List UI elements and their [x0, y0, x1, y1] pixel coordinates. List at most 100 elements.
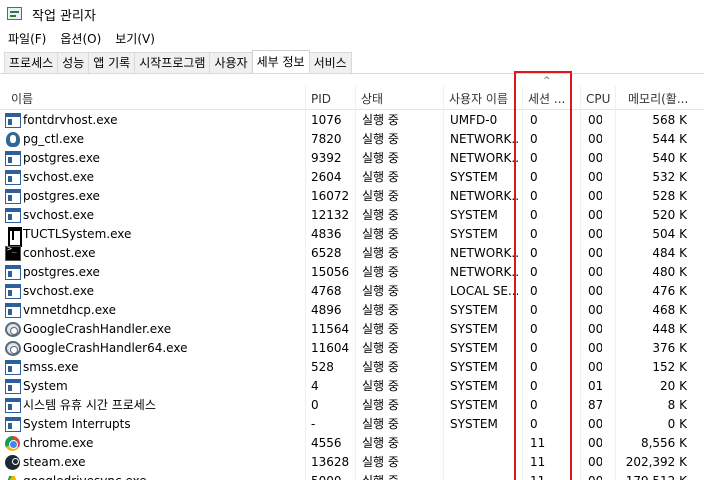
table-row[interactable]: vmnetdhcp.exe 4896 실행 중 SYSTEM 0 00 468 K [0, 301, 704, 320]
process-session: 0 [530, 170, 538, 184]
process-memory: 8 K [667, 398, 687, 412]
column-header-name[interactable]: 이름 [0, 86, 305, 110]
process-pid: 4836 [311, 227, 342, 241]
process-user: UMFD-0 [450, 113, 498, 127]
process-memory: 0 K [667, 417, 687, 431]
table-row[interactable]: postgres.exe 9392 실행 중 NETWORK... 0 00 540 K [0, 149, 704, 168]
process-memory: 202,392 K [625, 455, 687, 469]
exe-icon [5, 113, 21, 128]
table-row[interactable]: TUCTLSystem.exe 4836 실행 중 SYSTEM 0 00 504 K [0, 225, 704, 247]
menu-file[interactable]: 파일(F) [0, 28, 53, 50]
process-cpu: 00 [588, 189, 602, 203]
process-name: postgres.exe [23, 189, 100, 203]
tab-services[interactable]: 서비스 [308, 52, 352, 73]
table-row[interactable]: googledrivesync.exe 5000 실행 중 11 00 179,512 K [0, 472, 704, 480]
process-cpu: 87 [588, 398, 602, 412]
exe-icon [5, 151, 21, 166]
table-row[interactable]: conhost.exe6528실행 중NETWORK...000484 K [0, 244, 704, 263]
process-session: 0 [530, 417, 538, 431]
table-row[interactable]: svchost.exe 12132 실행 중 SYSTEM 0 00 520 K [0, 206, 704, 225]
table-row[interactable]: steam.exe 13628 실행 중 11 00 202,392 K [0, 453, 704, 472]
process-user: LOCAL SE... [450, 284, 518, 298]
table-row[interactable]: smss.exe 528 실행 중 SYSTEM 0 00 152 K [0, 358, 704, 377]
table-row[interactable]: svchost.exe 4768 실행 중 LOCAL SE... 0 00 476 K [0, 282, 704, 301]
tab-processes[interactable]: 프로세스 [4, 52, 59, 73]
process-user: NETWORK... [450, 132, 518, 146]
process-session: 0 [530, 303, 538, 317]
process-state: 실행 중 [362, 455, 399, 469]
exe-icon [5, 417, 21, 432]
process-cpu: 01 [588, 379, 602, 393]
process-cpu: 00 [588, 227, 602, 241]
process-pid: 6528 [311, 246, 342, 260]
process-pid: 2604 [311, 170, 342, 184]
column-header-session[interactable]: 세션 ... [522, 86, 580, 110]
process-state: 실행 중 [362, 303, 399, 317]
tab-startup[interactable]: 시작프로그램 [134, 52, 211, 73]
table-row[interactable]: fontdrvhost.exe 1076 실행 중 UMFD-0 0 00 568 K [0, 111, 704, 130]
exe-icon [5, 379, 21, 394]
tab-bar: 프로세스 성능 앱 기록 시작프로그램 사용자 세부 정보 서비스 [0, 50, 704, 74]
process-state: 실행 중 [362, 322, 399, 336]
process-session: 0 [530, 151, 538, 165]
table-row[interactable]: pg_ctl.exe 7820 실행 중 NETWORK... 0 00 544 K [0, 130, 704, 149]
tuctl-icon [5, 226, 22, 247]
process-state: 실행 중 [362, 170, 399, 184]
task-manager-icon [7, 6, 23, 22]
process-cpu: 00 [588, 246, 602, 260]
tab-app-history[interactable]: 앱 기록 [88, 52, 136, 73]
column-header-row: 이름 PID 상태 사용자 이름 세션 ... CPU 메모리(활... [0, 86, 704, 110]
table-row[interactable]: svchost.exe 2604 실행 중 SYSTEM 0 00 532 K [0, 168, 704, 187]
table-row[interactable]: GoogleCrashHandler64.exe 11604 실행 중 SYSTEM 0… [0, 339, 704, 358]
column-header-state[interactable]: 상태 [355, 86, 443, 110]
table-row[interactable]: chrome.exe 4556 실행 중 11 00 8,556 K [0, 434, 704, 453]
column-header-memory[interactable]: 메모리(활... [615, 86, 704, 110]
process-cpu: 00 [588, 132, 602, 146]
column-header-user[interactable]: 사용자 이름 [443, 86, 522, 110]
tab-details[interactable]: 세부 정보 [251, 50, 310, 73]
process-name: chrome.exe [23, 436, 94, 450]
process-user [450, 453, 518, 472]
process-user [450, 434, 518, 453]
process-cpu: 00 [588, 303, 602, 317]
process-session: 0 [530, 189, 538, 203]
column-header-pid[interactable]: PID [305, 86, 355, 110]
tab-performance[interactable]: 성능 [57, 52, 90, 73]
process-session: 0 [530, 227, 538, 241]
table-row[interactable]: System Interrupts - 실행 중 SYSTEM 0 00 0 K [0, 415, 704, 434]
menu-view[interactable]: 보기(V) [108, 28, 162, 50]
process-session: 11 [530, 436, 546, 450]
process-name: svchost.exe [23, 208, 94, 222]
tab-users[interactable]: 사용자 [209, 52, 253, 73]
process-state: 실행 중 [362, 265, 399, 279]
process-session: 11 [530, 472, 560, 480]
process-cpu: 00 [588, 284, 602, 298]
process-cpu: 00 [588, 436, 602, 450]
table-row[interactable]: System 4 실행 중 SYSTEM 0 01 20 K [0, 377, 704, 396]
process-cpu: 00 [588, 472, 602, 480]
process-session: 0 [530, 360, 538, 374]
process-pid: 7820 [311, 132, 342, 146]
process-table: fontdrvhost.exe 1076 실행 중 UMFD-0 0 00 568 K pg… [0, 111, 704, 480]
process-name: postgres.exe [23, 151, 100, 165]
process-user: SYSTEM [450, 170, 498, 184]
table-row[interactable]: postgres.exe 15056 실행 중 NETWORK... 0 00 480 K [0, 263, 704, 282]
process-session: 0 [530, 113, 538, 127]
process-user: SYSTEM [450, 322, 498, 336]
column-header-cpu[interactable]: CPU [580, 86, 615, 110]
process-pid: 5000 [311, 472, 351, 480]
process-memory: 540 K [652, 151, 687, 165]
steam-icon [5, 455, 20, 470]
exe-icon [5, 208, 21, 223]
process-memory: 532 K [652, 170, 687, 184]
menu-options[interactable]: 옵션(O) [53, 28, 108, 50]
table-row[interactable]: 시스템 유휴 시간 프로세스 0 실행 중 SYSTEM 0 87 8 K [0, 396, 704, 415]
process-memory: 504 K [652, 227, 687, 241]
process-memory: 568 K [652, 113, 687, 127]
process-memory: 376 K [652, 341, 687, 355]
table-row[interactable]: postgres.exe 16072 실행 중 NETWORK... 0 00 528 K [0, 187, 704, 206]
table-row[interactable]: GoogleCrashHandler.exe 11564 실행 중 SYSTEM 0 00… [0, 320, 704, 339]
process-name: 시스템 유휴 시간 프로세스 [23, 398, 156, 412]
process-name: steam.exe [23, 455, 86, 469]
process-state: 실행 중 [362, 189, 399, 203]
